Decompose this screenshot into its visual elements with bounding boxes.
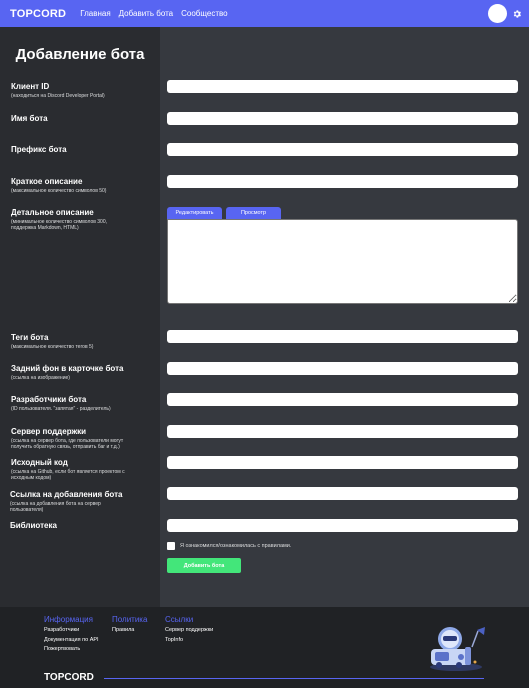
- developers-label: Разработчики бота: [11, 395, 87, 404]
- source-input[interactable]: [167, 456, 518, 469]
- support-input[interactable]: [167, 425, 518, 438]
- bot-name-label-group: Имя бота: [11, 114, 156, 124]
- prefix-label-group: Префикс бота: [11, 145, 156, 155]
- user-avatar[interactable]: [488, 4, 507, 23]
- source-label: Исходный код: [11, 458, 68, 467]
- developers-label-group: Разработчики бота (ID пользователя. "зап…: [11, 395, 156, 412]
- footer: Информация Разработчики Документация по …: [0, 607, 529, 688]
- bot-name-input[interactable]: [167, 112, 518, 125]
- developers-hint: (ID пользователя. "запятая" - разделител…: [11, 406, 111, 412]
- rules-agreement-text: Я ознакомился/ознакомилась с правилами.: [180, 543, 292, 549]
- prefix-input[interactable]: [167, 143, 518, 156]
- invite-label: Ссылка на добавления бота: [10, 490, 123, 499]
- nav-user-area: [488, 4, 522, 23]
- footer-column-policy: Политика Правила: [112, 615, 147, 636]
- robot-mascot-illustration: [430, 627, 485, 671]
- footer-logo[interactable]: TOPCORD: [44, 672, 94, 683]
- footer-column-info: Информация Разработчики Документация по …: [44, 615, 99, 655]
- support-label-group: Сервер поддержки (ссылка на сервер бота,…: [11, 427, 156, 450]
- source-hint-2: исходным кодом): [11, 475, 52, 481]
- library-input[interactable]: [167, 519, 518, 532]
- short-desc-label: Краткое описание: [11, 177, 83, 186]
- prefix-label: Префикс бота: [11, 145, 67, 154]
- rules-checkbox[interactable]: [167, 542, 175, 550]
- background-hint: (ссылка на изображение): [11, 375, 70, 381]
- tab-preview[interactable]: Просмотр: [226, 207, 281, 219]
- gear-icon[interactable]: [512, 9, 522, 19]
- short-desc-hint: (максимальное количество символов 50): [11, 188, 107, 194]
- library-label: Библиотека: [10, 521, 57, 530]
- developers-input[interactable]: [167, 393, 518, 406]
- footer-link-rules[interactable]: Правила: [112, 626, 147, 636]
- support-hint-2: получить обратную связь, отправить баг и…: [11, 444, 120, 450]
- nav-link-home[interactable]: Главная: [80, 9, 110, 18]
- nav-links: Главная Добавить бота Сообщество: [80, 9, 235, 18]
- client-id-label: Клиент ID: [11, 82, 50, 91]
- page-title: Добавление бота: [15, 46, 145, 63]
- footer-heading-policy: Политика: [112, 615, 148, 624]
- client-id-input[interactable]: [167, 80, 518, 93]
- long-desc-label-group: Детальное описание (минимальное количест…: [11, 208, 156, 231]
- client-id-hint: (находиться на Discord Developer Portal): [11, 93, 105, 99]
- site-logo[interactable]: TOPCORD: [10, 8, 66, 20]
- footer-link-donate[interactable]: Пожертвовать: [44, 645, 99, 655]
- bot-name-label: Имя бота: [11, 114, 48, 123]
- nav-link-add-bot[interactable]: Добавить бота: [119, 9, 173, 18]
- invite-hint-2: пользователя): [10, 507, 44, 513]
- top-navbar: TOPCORD Главная Добавить бота Сообщество: [0, 0, 529, 27]
- footer-heading-info: Информация: [44, 615, 93, 624]
- add-bot-button[interactable]: Добавить бота: [167, 558, 241, 573]
- footer-link-developers[interactable]: Разработчики: [44, 626, 99, 636]
- nav-link-community[interactable]: Сообщество: [181, 9, 227, 18]
- tags-hint: (максимальное количество тегов 5): [11, 344, 94, 350]
- tags-label: Теги бота: [11, 333, 49, 342]
- footer-link-support-server[interactable]: Сервер поддержки: [165, 626, 213, 636]
- tags-label-group: Теги бота (максимальное количество тегов…: [11, 333, 156, 350]
- footer-heading-links: Ссылки: [165, 615, 194, 624]
- support-label: Сервер поддержки: [11, 427, 87, 436]
- background-label-group: Задний фон в карточке бота (ссылка на из…: [11, 364, 156, 381]
- background-input[interactable]: [167, 362, 518, 375]
- footer-divider: [104, 678, 484, 679]
- long-desc-hint-2: поддержка Markdown, HTML): [11, 225, 79, 231]
- client-id-label-group: Клиент ID (находиться на Discord Develop…: [11, 82, 156, 99]
- rules-agreement: Я ознакомился/ознакомилась с правилами.: [167, 542, 291, 550]
- invite-input[interactable]: [167, 487, 518, 500]
- invite-label-group: Ссылка на добавления бота (ссылка на доб…: [10, 490, 155, 513]
- short-desc-label-group: Краткое описание (максимальное количеств…: [11, 177, 156, 194]
- footer-link-topinfo[interactable]: TopInfo: [165, 636, 213, 646]
- tab-edit[interactable]: Редактировать: [167, 207, 222, 219]
- background-label: Задний фон в карточке бота: [11, 364, 124, 373]
- source-label-group: Исходный код (ссылка на Github, если бот…: [11, 458, 156, 481]
- library-label-group: Библиотека: [10, 521, 155, 531]
- long-desc-textarea[interactable]: [167, 219, 518, 304]
- long-desc-label: Детальное описание: [11, 208, 94, 217]
- tags-input[interactable]: [167, 330, 518, 343]
- footer-column-links: Ссылки Сервер поддержки TopInfo: [165, 615, 213, 645]
- short-desc-input[interactable]: [167, 175, 518, 188]
- footer-link-api-docs[interactable]: Документация по API: [44, 636, 99, 646]
